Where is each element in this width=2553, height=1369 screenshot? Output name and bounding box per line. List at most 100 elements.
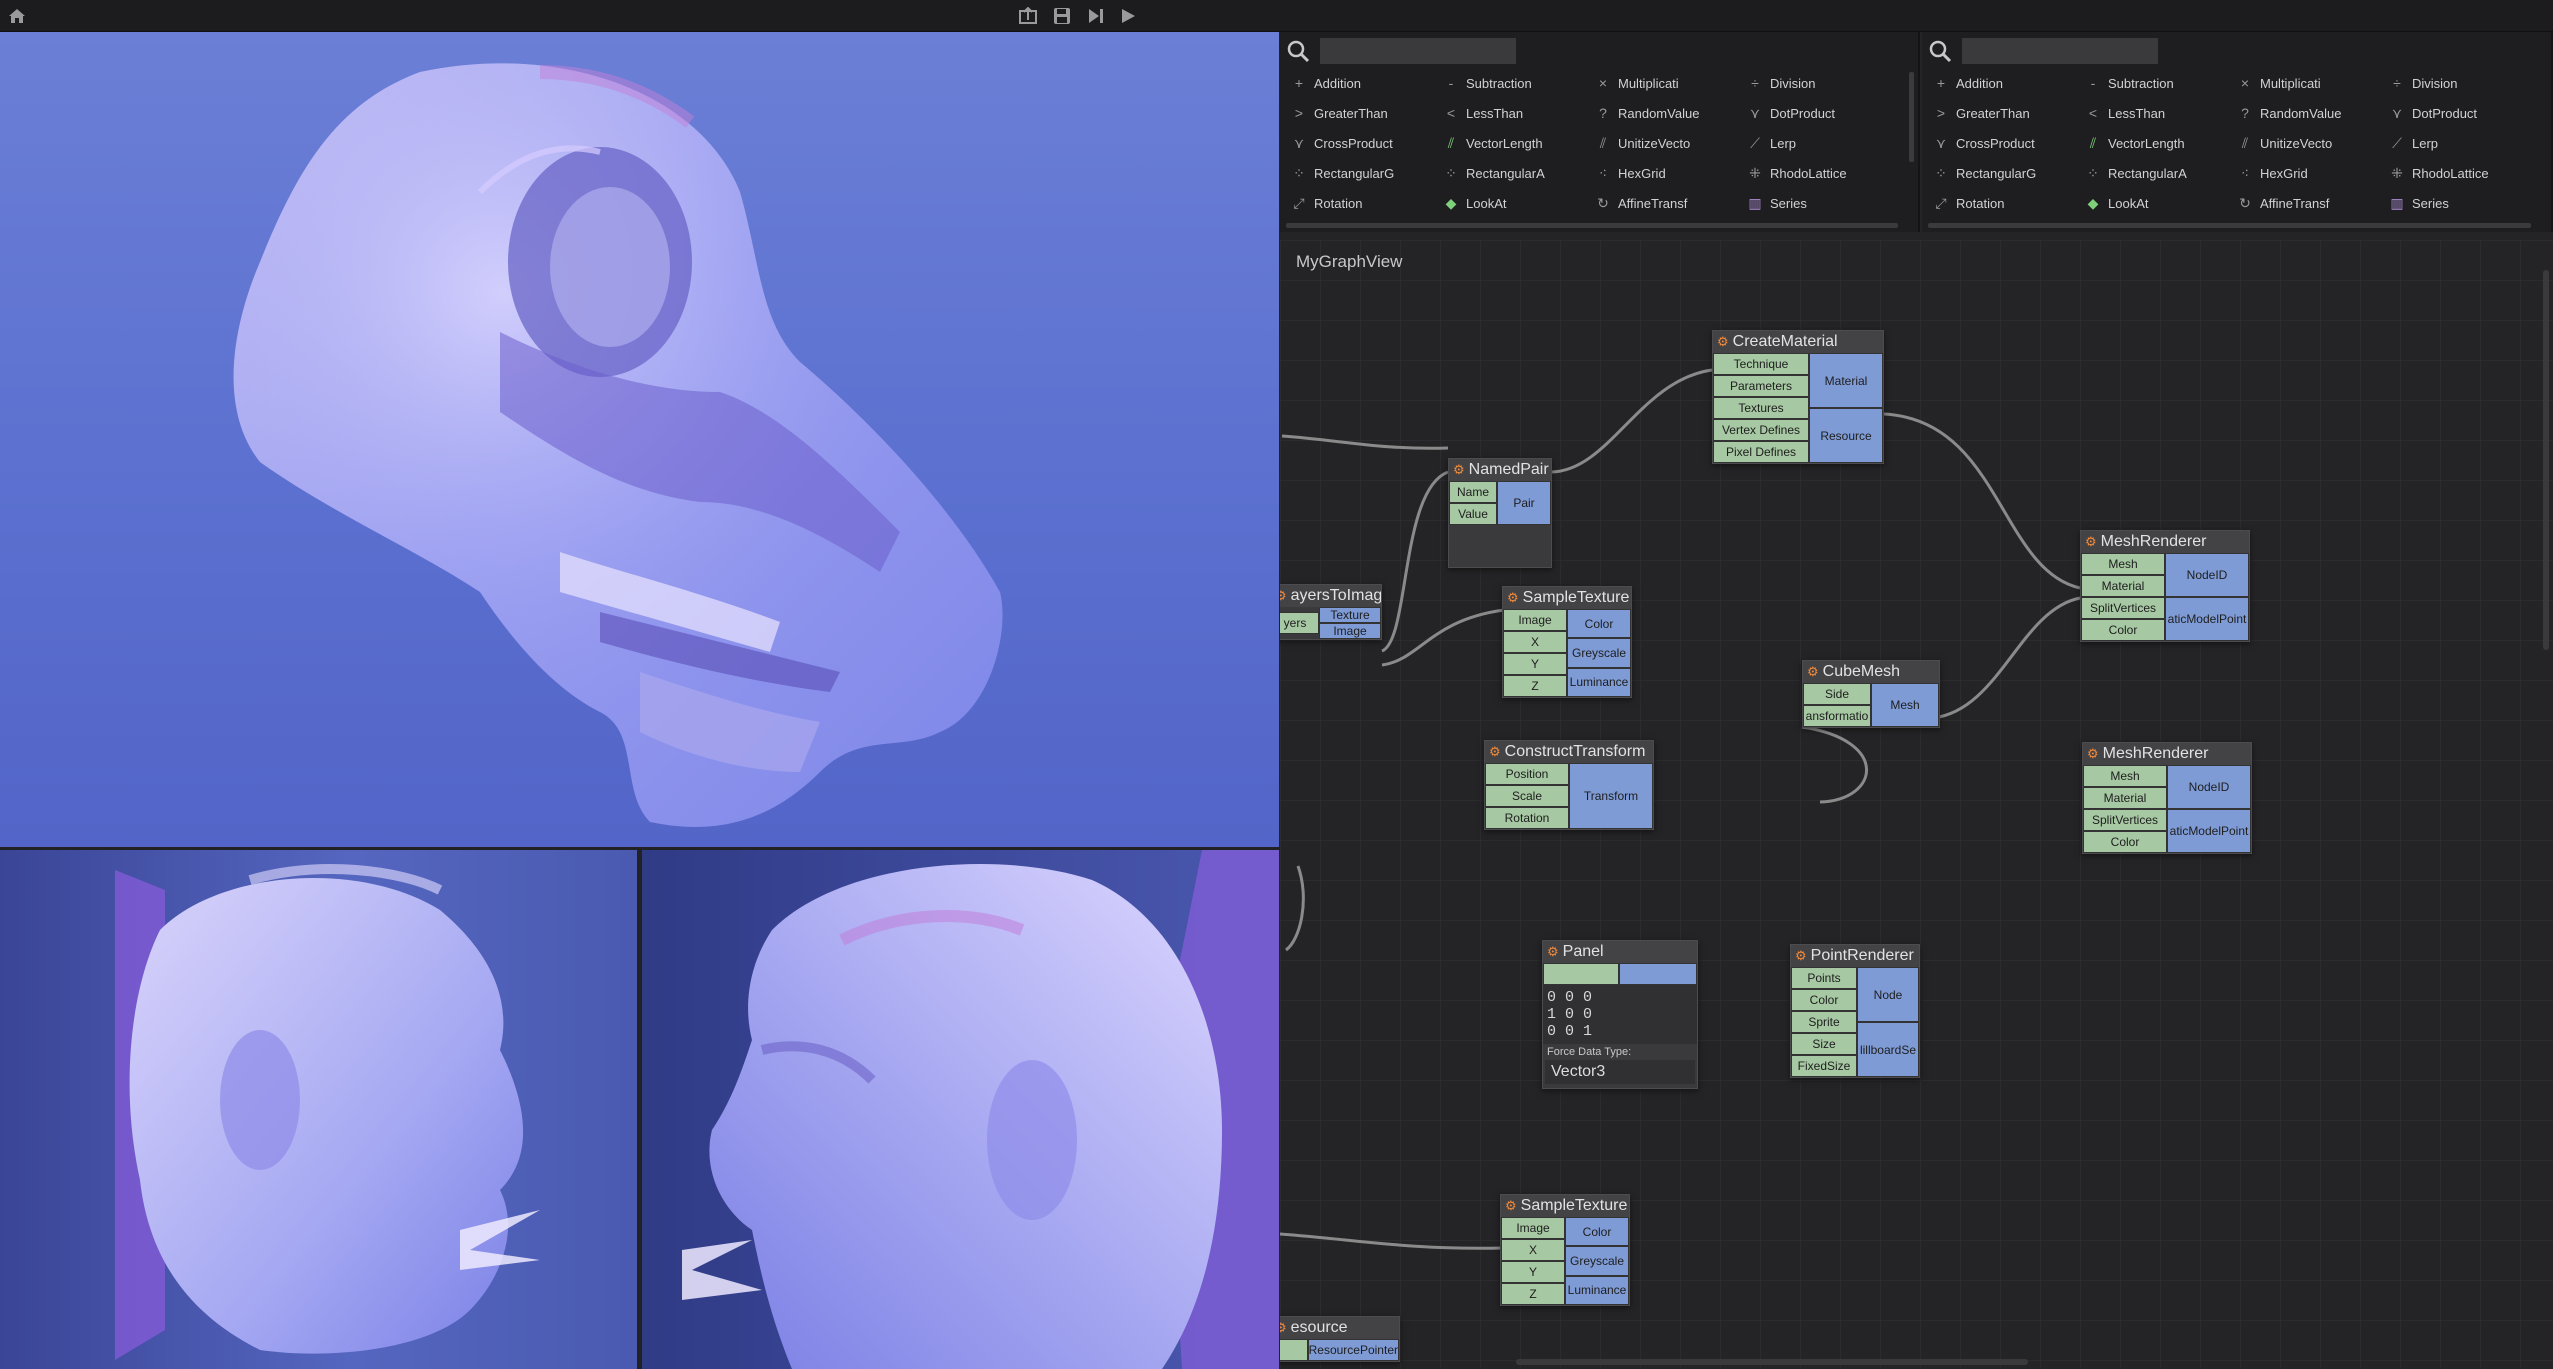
node-sample-texture-2[interactable]: ⚙ SampleTexture Image X Y Z Color Greyscale Lumi… bbox=[1500, 1194, 1630, 1306]
input-port[interactable]: Pixel Defines bbox=[1713, 441, 1809, 463]
export-icon[interactable] bbox=[1014, 0, 1042, 32]
palette-search-input[interactable] bbox=[1320, 38, 1516, 64]
input-port[interactable]: Mesh bbox=[2083, 765, 2167, 787]
input-port[interactable]: SplitVertices bbox=[2081, 597, 2165, 619]
play-icon[interactable] bbox=[1114, 0, 1142, 32]
output-port[interactable]: Luminance bbox=[1567, 667, 1631, 697]
output-port[interactable]: aticModelPoint bbox=[2167, 809, 2251, 853]
output-port[interactable]: Greyscale bbox=[1567, 638, 1631, 668]
palette-item-series[interactable]: ▥ Series bbox=[1740, 188, 1892, 218]
input-port[interactable]: yers bbox=[1280, 612, 1319, 634]
output-port[interactable]: Color bbox=[1565, 1217, 1629, 1247]
palette-vscrollbar[interactable] bbox=[1909, 72, 1914, 162]
palette-item-division[interactable]: ÷ Division bbox=[2382, 68, 2534, 98]
input-port[interactable]: Points bbox=[1791, 967, 1857, 989]
node-point-renderer[interactable]: ⚙ PointRenderer Points Color Sprite Size Fixed… bbox=[1790, 944, 1920, 1078]
output-port[interactable]: Image bbox=[1319, 623, 1381, 639]
palette-item-subtraction[interactable]: - Subtraction bbox=[2078, 68, 2230, 98]
palette-hscrollbar[interactable] bbox=[1928, 223, 2531, 228]
node-named-pair[interactable]: ⚙ NamedPair Name Value Pair bbox=[1448, 458, 1552, 568]
output-port[interactable]: NodeID bbox=[2165, 553, 2249, 597]
output-port[interactable]: Pair bbox=[1497, 481, 1551, 525]
output-port[interactable]: ResourcePointer bbox=[1307, 1339, 1399, 1361]
palette-item-rectangulara[interactable]: ⁘ RectangularA bbox=[1436, 158, 1588, 188]
node-panel[interactable]: ⚙ Panel 0 0 0 1 0 0 0 0 1 Force Data Type: V… bbox=[1542, 940, 1698, 1089]
palette-item-division[interactable]: ÷ Division bbox=[1740, 68, 1892, 98]
node-resource-node[interactable]: ⚙ esource ResourcePointer bbox=[1280, 1316, 1400, 1362]
force-data-type-dropdown[interactable]: Vector3 bbox=[1545, 1060, 1695, 1084]
palette-item-unitizevecto[interactable]: ⫽ UnitizeVecto bbox=[2230, 128, 2382, 158]
home-icon[interactable] bbox=[4, 0, 30, 32]
output-port[interactable]: Greyscale bbox=[1565, 1246, 1629, 1276]
input-port[interactable]: Side bbox=[1803, 683, 1871, 705]
node-layers-to-image[interactable]: ⚙ayersToImage yersTextureImage bbox=[1280, 584, 1382, 640]
node-header[interactable]: ⚙ SampleTexture bbox=[1501, 1195, 1629, 1217]
node-header[interactable]: ⚙ PointRenderer bbox=[1791, 945, 1919, 967]
palette-item-lookat[interactable]: ◆ LookAt bbox=[2078, 188, 2230, 218]
palette-item-dotproduct[interactable]: ⋎ DotProduct bbox=[1740, 98, 1892, 128]
node-header[interactable]: ⚙ Panel bbox=[1543, 941, 1697, 963]
input-port[interactable]: Parameters bbox=[1713, 375, 1809, 397]
palette-item-lookat[interactable]: ◆ LookAt bbox=[1436, 188, 1588, 218]
node-construct-transform[interactable]: ⚙ ConstructTransform Position Scale Rotation… bbox=[1484, 740, 1654, 830]
input-port[interactable]: Value bbox=[1449, 503, 1497, 525]
input-port[interactable]: Color bbox=[2083, 831, 2167, 853]
graph-hscrollbar[interactable] bbox=[1516, 1359, 2028, 1365]
node-header[interactable]: ⚙ esource bbox=[1280, 1317, 1399, 1339]
node-header[interactable]: ⚙ CreateMaterial bbox=[1713, 331, 1883, 353]
graph-vscrollbar[interactable] bbox=[2543, 270, 2549, 650]
input-port[interactable]: Position bbox=[1485, 763, 1569, 785]
palette-search-input[interactable] bbox=[1962, 38, 2158, 64]
node-header[interactable]: ⚙ SampleTexture bbox=[1503, 587, 1631, 609]
input-port[interactable]: Z bbox=[1503, 675, 1567, 697]
palette-item-randomvalue[interactable]: ? RandomValue bbox=[2230, 98, 2382, 128]
input-port[interactable]: Sprite bbox=[1791, 1011, 1857, 1033]
search-icon[interactable] bbox=[1286, 39, 1310, 63]
input-port[interactable]: Size bbox=[1791, 1033, 1857, 1055]
step-icon[interactable] bbox=[1082, 0, 1110, 32]
palette-item-randomvalue[interactable]: ? RandomValue bbox=[1588, 98, 1740, 128]
node-cube-mesh[interactable]: ⚙ CubeMesh Side ansformatio Mesh bbox=[1802, 660, 1940, 728]
palette-item-series[interactable]: ▥ Series bbox=[2382, 188, 2534, 218]
save-icon[interactable] bbox=[1048, 0, 1076, 32]
node-header[interactable]: ⚙ ConstructTransform bbox=[1485, 741, 1653, 763]
input-port[interactable]: Scale bbox=[1485, 785, 1569, 807]
output-port[interactable]: Resource bbox=[1809, 408, 1883, 463]
input-port[interactable]: X bbox=[1501, 1239, 1565, 1261]
input-port[interactable]: Material bbox=[2081, 575, 2165, 597]
palette-item-affinetransf[interactable]: ↻ AffineTransf bbox=[1588, 188, 1740, 218]
palette-item-multiplicati[interactable]: × Multiplicati bbox=[1588, 68, 1740, 98]
viewport-main[interactable] bbox=[0, 32, 1279, 847]
palette-hscrollbar[interactable] bbox=[1286, 223, 1898, 228]
node-header[interactable]: ⚙ MeshRenderer bbox=[2081, 531, 2249, 553]
output-port[interactable]: Texture bbox=[1319, 607, 1381, 623]
output-port[interactable] bbox=[1619, 963, 1697, 985]
palette-item-addition[interactable]: + Addition bbox=[1284, 68, 1436, 98]
input-port[interactable]: Name bbox=[1449, 481, 1497, 503]
palette-item-crossproduct[interactable]: ⋎ CrossProduct bbox=[1926, 128, 2078, 158]
palette-item-subtraction[interactable]: - Subtraction bbox=[1436, 68, 1588, 98]
input-port[interactable] bbox=[1543, 963, 1619, 985]
palette-item-unitizevecto[interactable]: ⫽ UnitizeVecto bbox=[1588, 128, 1740, 158]
viewport-bottom-left[interactable] bbox=[0, 850, 637, 1369]
input-port[interactable]: Textures bbox=[1713, 397, 1809, 419]
palette-item-lerp[interactable]: ⟋ Lerp bbox=[1740, 128, 1892, 158]
palette-item-rectangularg[interactable]: ⁘ RectangularG bbox=[1926, 158, 2078, 188]
palette-item-affinetransf[interactable]: ↻ AffineTransf bbox=[2230, 188, 2382, 218]
palette-item-hexgrid[interactable]: ⁖ HexGrid bbox=[1588, 158, 1740, 188]
palette-item-hexgrid[interactable]: ⁖ HexGrid bbox=[2230, 158, 2382, 188]
output-port[interactable]: aticModelPoint bbox=[2165, 597, 2249, 641]
output-port[interactable]: lillboardSe bbox=[1857, 1022, 1919, 1077]
palette-item-dotproduct[interactable]: ⋎ DotProduct bbox=[2382, 98, 2534, 128]
palette-item-multiplicati[interactable]: × Multiplicati bbox=[2230, 68, 2382, 98]
input-port[interactable]: Y bbox=[1501, 1261, 1565, 1283]
input-port[interactable]: Material bbox=[2083, 787, 2167, 809]
node-sample-texture-1[interactable]: ⚙ SampleTexture Image X Y Z Color Greyscale Lumi… bbox=[1502, 586, 1632, 698]
input-port[interactable]: Color bbox=[2081, 619, 2165, 641]
output-port[interactable]: Node bbox=[1857, 967, 1919, 1022]
palette-item-lessthan[interactable]: < LessThan bbox=[1436, 98, 1588, 128]
node-header[interactable]: ⚙ MeshRenderer bbox=[2083, 743, 2251, 765]
output-port[interactable]: Luminance bbox=[1565, 1275, 1629, 1305]
input-port[interactable]: Z bbox=[1501, 1283, 1565, 1305]
palette-item-crossproduct[interactable]: ⋎ CrossProduct bbox=[1284, 128, 1436, 158]
